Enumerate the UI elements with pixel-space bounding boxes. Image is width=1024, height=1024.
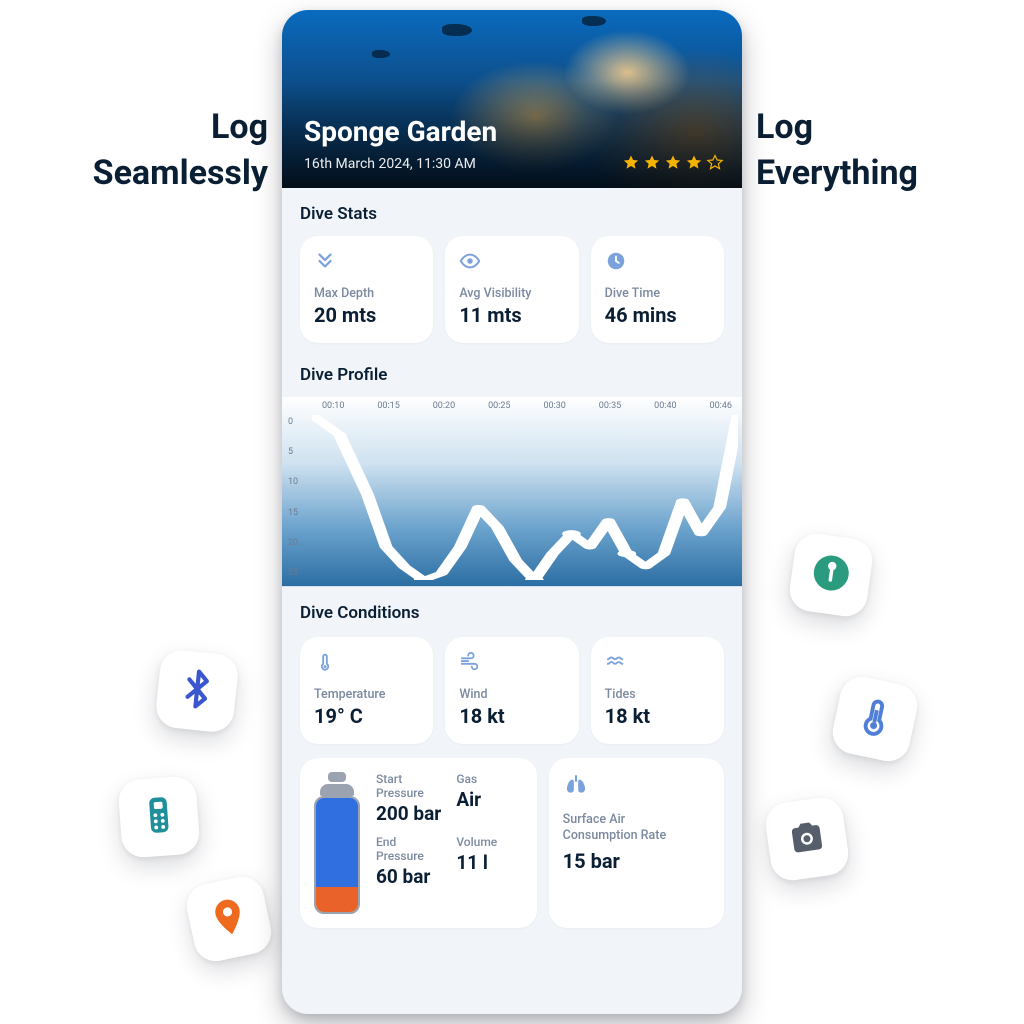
air-value: 11 l: [456, 851, 522, 874]
tank-icon: [314, 772, 360, 912]
cond-value: 19° C: [314, 704, 419, 728]
air-label: Volume: [456, 835, 522, 849]
dive-rating[interactable]: [622, 154, 724, 172]
bluetooth-icon: [174, 666, 221, 716]
sac-value: 15 bar: [563, 849, 710, 873]
marketing-left: Log Seamlessly: [28, 105, 268, 197]
dive-datetime: 16th March 2024, 11:30 AM: [304, 156, 476, 172]
wind-icon: [459, 651, 564, 677]
chevrons-down-icon: [314, 250, 419, 276]
stat-label: Max Depth: [314, 286, 419, 301]
chip-camera: [763, 795, 851, 883]
marketing-right: Log Everything: [756, 105, 996, 197]
stat-avg-visibility[interactable]: Avg Visibility 11 mts: [445, 236, 578, 343]
cond-label: Wind: [459, 687, 564, 702]
condition-tides[interactable]: Tides 18 kt: [591, 637, 724, 744]
dive-title: Sponge Garden: [304, 115, 497, 148]
chip-thermometer: [829, 673, 922, 766]
air-value: Air: [456, 788, 522, 811]
dive-stats-title: Dive Stats: [300, 204, 724, 224]
phone-frame: Sponge Garden 16th March 2024, 11:30 AM …: [282, 10, 742, 1014]
stat-value: 11 mts: [459, 303, 564, 327]
cond-label: Tides: [605, 687, 710, 702]
air-label: Start Pressure: [376, 772, 442, 800]
chip-map-pin: [183, 873, 276, 966]
thermometer-icon: [314, 651, 419, 677]
stat-label: Dive Time: [605, 286, 710, 301]
dive-stats-section: Dive Stats Max Depth 20 mts Avg Visibili…: [282, 188, 742, 343]
dive-profile-title: Dive Profile: [282, 365, 742, 385]
clock-icon: [605, 250, 710, 276]
dive-profile-section: Dive Profile 00:1000:1500:2000:2500:3000…: [282, 349, 742, 587]
dive-conditions-title: Dive Conditions: [300, 603, 724, 623]
air-value: 60 bar: [376, 865, 442, 888]
cond-label: Temperature: [314, 687, 419, 702]
stat-max-depth[interactable]: Max Depth 20 mts: [300, 236, 433, 343]
sac-card[interactable]: Surface Air Consumption Rate 15 bar: [549, 758, 724, 928]
stat-value: 46 mins: [605, 303, 710, 327]
chart-x-axis: 00:1000:1500:2000:2500:3000:3500:4000:46: [322, 401, 732, 411]
air-label: End Pressure: [376, 835, 442, 863]
camera-icon: [783, 813, 831, 864]
stat-value: 20 mts: [314, 303, 419, 327]
chip-gauge: [787, 531, 875, 619]
chip-bluetooth: [154, 648, 240, 734]
lungs-icon: [563, 772, 710, 802]
gauge-icon: [807, 549, 855, 600]
marketing-left-line1: Log: [28, 105, 268, 151]
dive-profile-chart[interactable]: 00:1000:1500:2000:2500:3000:3500:4000:46…: [282, 397, 742, 587]
eye-icon: [459, 250, 564, 276]
marketing-right-line2: Everything: [756, 151, 996, 197]
cond-value: 18 kt: [605, 704, 710, 728]
thermometer-icon: [850, 692, 901, 746]
marketing-left-line2: Seamlessly: [28, 151, 268, 197]
chart-y-axis: 0510152025: [288, 417, 310, 578]
dive-header: Sponge Garden 16th March 2024, 11:30 AM: [282, 10, 742, 188]
condition-wind[interactable]: Wind 18 kt: [445, 637, 578, 744]
chart-line: [312, 415, 738, 580]
chip-remote: [117, 775, 200, 858]
waves-icon: [605, 651, 710, 677]
dive-conditions-section: Dive Conditions Temperature 19° C Wind 1…: [282, 587, 742, 928]
air-value: 200 bar: [376, 802, 442, 825]
stat-label: Avg Visibility: [459, 286, 564, 301]
marketing-right-line1: Log: [756, 105, 996, 151]
sac-label: Surface Air Consumption Rate: [563, 812, 673, 843]
map-pin-icon: [204, 892, 255, 946]
stat-dive-time[interactable]: Dive Time 46 mins: [591, 236, 724, 343]
condition-temperature[interactable]: Temperature 19° C: [300, 637, 433, 744]
tank-card[interactable]: Start Pressure 200 bar Gas Air End Press…: [300, 758, 537, 928]
cond-value: 18 kt: [459, 704, 564, 728]
air-label: Gas: [456, 772, 522, 786]
remote-icon: [136, 793, 181, 842]
